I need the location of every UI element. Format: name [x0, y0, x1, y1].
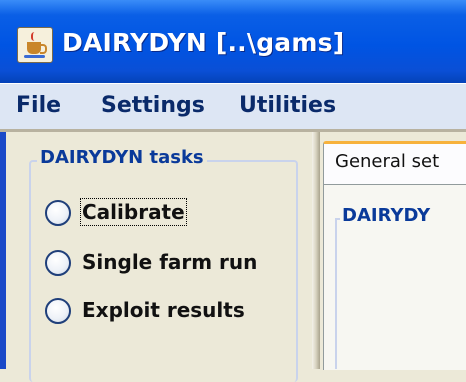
radio-label-calibrate[interactable]: Calibrate [80, 198, 187, 226]
split-pane-divider[interactable] [312, 132, 320, 369]
window-left-border [0, 132, 6, 369]
cup-handle-shape [40, 44, 47, 54]
cup-shape [27, 42, 41, 54]
radio-button-icon[interactable] [45, 200, 71, 226]
menu-bar: File Settings Utilities [0, 83, 466, 130]
window-title: DAIRYDYN [..\gams] [62, 28, 345, 57]
saucer-shape [24, 55, 45, 58]
menu-file[interactable]: File [16, 93, 61, 118]
menu-settings[interactable]: Settings [101, 93, 205, 118]
title-bar[interactable]: DAIRYDYN [..\gams] [0, 0, 466, 83]
radio-label-exploit-results[interactable]: Exploit results [82, 298, 245, 322]
steam-shape [31, 32, 38, 41]
tab-label: General set [335, 151, 440, 172]
inner-group-title: DAIRYDY [340, 205, 433, 226]
radio-button-icon[interactable] [45, 250, 71, 276]
radio-button-icon[interactable] [45, 298, 71, 324]
radio-label-single-farm-run[interactable]: Single farm run [82, 250, 257, 274]
inner-group-border [335, 218, 337, 369]
menu-utilities[interactable]: Utilities [239, 93, 336, 118]
tasks-group-title: DAIRYDYN tasks [37, 147, 207, 168]
java-cup-icon[interactable] [17, 27, 53, 63]
tab-general-settings[interactable]: General set [323, 141, 466, 186]
